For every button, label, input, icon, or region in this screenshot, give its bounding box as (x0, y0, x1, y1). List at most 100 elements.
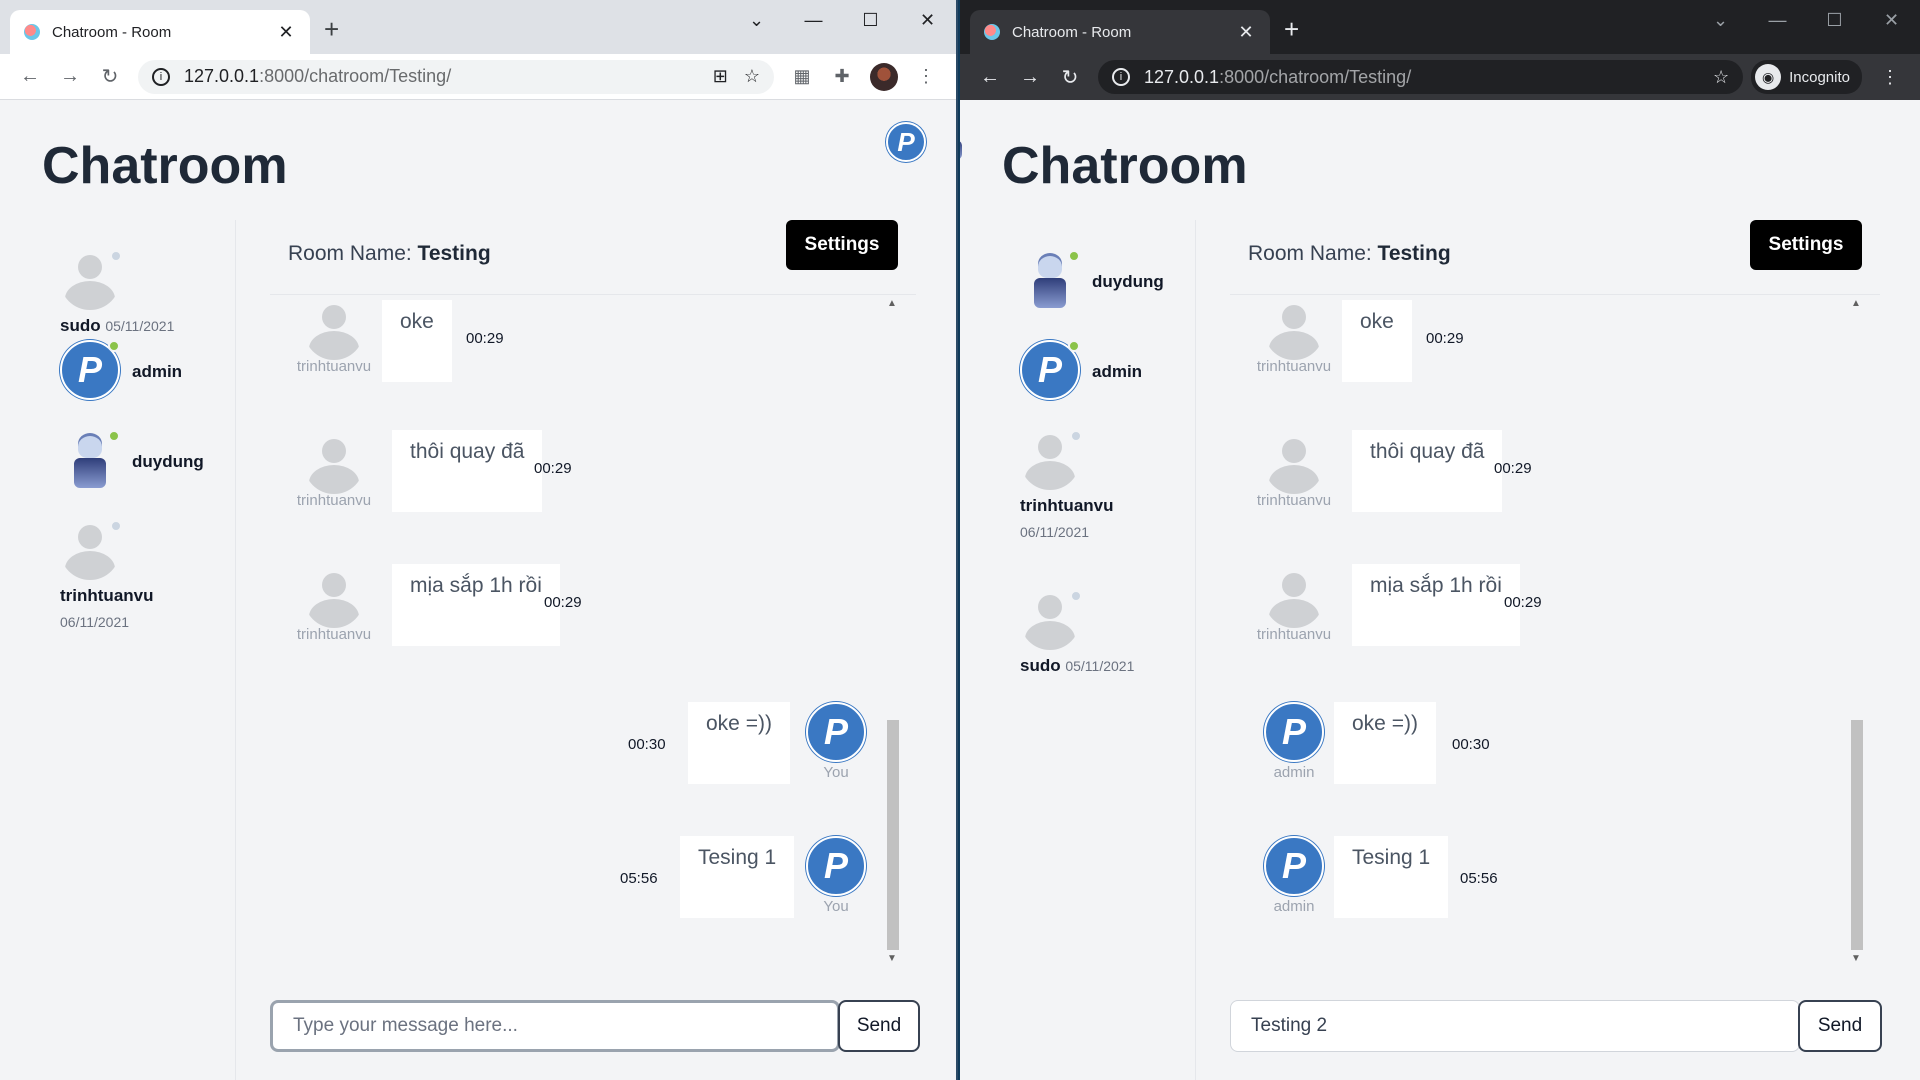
message-input[interactable] (1230, 1000, 1800, 1052)
room-name: Testing (417, 242, 491, 265)
address-bar[interactable]: i 127.0.0.1:8000/chatroom/Testing/ ☆ (1098, 60, 1744, 94)
message-author: trinhtuanvu (296, 358, 372, 375)
scroll-down-icon[interactable]: ▼ (1848, 953, 1864, 964)
window-controls: ⌄ — ☐ ✕ (1692, 0, 1920, 40)
message-author: admin (1273, 898, 1315, 915)
back-icon[interactable]: ← (10, 65, 50, 88)
address-bar[interactable]: i 127.0.0.1:8000/chatroom/Testing/ ⊞ ☆ (138, 59, 774, 94)
profile-avatar[interactable] (870, 62, 898, 91)
scroll-down-icon[interactable]: ▼ (884, 953, 900, 964)
menu-kebab-icon[interactable]: ⋮ (1870, 67, 1910, 88)
bookmark-star-icon[interactable]: ☆ (1713, 67, 1729, 88)
avatar (1264, 300, 1324, 360)
avatar-letter: P (897, 126, 915, 157)
forward-icon[interactable]: → (50, 65, 90, 88)
maximize-icon[interactable]: ☐ (842, 0, 899, 40)
menu-kebab-icon[interactable]: ⋮ (906, 66, 946, 87)
room-label-prefix: Room Name: (288, 242, 412, 265)
incognito-badge[interactable]: ◉ Incognito (1751, 60, 1862, 94)
member-last-seen: 06/11/2021 (60, 614, 130, 630)
reload-icon[interactable]: ↻ (90, 64, 130, 89)
member-name: trinhtuanvu (60, 586, 154, 605)
message-own: 05:56 Tesing 1 P You (270, 836, 880, 926)
status-dot (1070, 590, 1082, 602)
message-time: 00:30 (628, 736, 666, 753)
bookmark-star-icon[interactable]: ☆ (744, 66, 760, 87)
scroll-up-icon[interactable]: ▲ (884, 298, 900, 309)
reload-icon[interactable]: ↻ (1050, 65, 1090, 90)
message-scrollbar[interactable]: ▲ ▼ (884, 296, 900, 966)
translate-icon[interactable]: ⊞ (713, 66, 728, 87)
chatroom-page: Chatroom P sudo 05/11/2021 P admin duydu… (0, 100, 956, 1080)
browser-window-left: Chatroom - Room ✕ + ⌄ — ☐ ✕ ← → ↻ i 127.… (0, 0, 958, 1080)
status-dot (108, 430, 120, 442)
message-time: 00:30 (1452, 736, 1490, 753)
forward-icon[interactable]: → (1010, 66, 1050, 89)
tab-search-icon[interactable]: ⌄ (1692, 0, 1749, 40)
browser-tab[interactable]: Chatroom - Room ✕ (10, 10, 310, 54)
url-host: 127.0.0.1 (1144, 66, 1220, 87)
extensions-icon[interactable]: ✚ (822, 66, 862, 87)
message-list[interactable]: trinhtuanvu oke 00:29 trinhtuanvu thôi q… (1230, 296, 1880, 966)
chat-panel: Room Name: Testing Settings trinhtuanvu … (1230, 220, 1882, 1080)
scroll-thumb[interactable] (887, 720, 899, 950)
chat-favicon-icon (984, 24, 1000, 40)
new-tab-icon[interactable]: + (324, 16, 339, 42)
send-button[interactable]: Send (838, 1000, 920, 1052)
avatar-letter: P (1281, 845, 1306, 886)
scroll-up-icon[interactable]: ▲ (1848, 298, 1864, 309)
message-author: You (823, 764, 849, 781)
minimize-icon[interactable]: — (1749, 0, 1806, 40)
close-window-icon[interactable]: ✕ (1863, 0, 1920, 40)
member-name: admin (1092, 362, 1143, 381)
site-info-icon[interactable]: i (1112, 68, 1130, 86)
message-scrollbar[interactable]: ▲ ▼ (1848, 296, 1864, 966)
message-own: 00:30 oke =)) P You (270, 702, 880, 792)
avatar: P (806, 702, 866, 762)
member-list: sudo 05/11/2021 P admin duydung trinhtua… (36, 220, 236, 1080)
message-bubble: oke =)) (1334, 702, 1436, 784)
message-author: trinhtuanvu (296, 492, 372, 509)
message-composer: Send (1230, 1000, 1882, 1052)
avatar: P (1264, 702, 1324, 762)
avatar: P (806, 836, 866, 896)
message-list[interactable]: trinhtuanvu oke 00:29 trinhtuanvu thôi q… (270, 296, 916, 966)
site-info-icon[interactable]: i (152, 67, 170, 86)
close-window-icon[interactable]: ✕ (899, 0, 956, 40)
member-name: trinhtuanvu (1020, 496, 1114, 515)
tab-search-icon[interactable]: ⌄ (728, 0, 785, 40)
settings-button[interactable]: Settings (786, 220, 898, 270)
close-tab-icon[interactable]: ✕ (1236, 22, 1256, 43)
url-text: 127.0.0.1:8000/chatroom/Testing/ (1144, 67, 1697, 88)
current-user-avatar[interactable] (960, 122, 970, 162)
back-icon[interactable]: ← (970, 66, 1010, 89)
send-button[interactable]: Send (1798, 1000, 1882, 1052)
member-name: duydung (132, 452, 204, 471)
url-text: 127.0.0.1:8000/chatroom/Testing/ (184, 66, 697, 87)
member-name: sudo (1020, 656, 1061, 675)
close-tab-icon[interactable]: ✕ (276, 22, 296, 43)
url-host: 127.0.0.1 (184, 66, 260, 86)
message-author: trinhtuanvu (1256, 358, 1332, 375)
status-dot (108, 340, 120, 352)
minimize-icon[interactable]: — (785, 0, 842, 40)
chatroom-page: Chatroom duydung P admin trinhtuanvu 06/… (960, 100, 1920, 1080)
message-input[interactable] (270, 1000, 840, 1052)
chat-panel: Room Name: Testing Settings trinhtuanvu … (270, 220, 920, 1080)
message-author: admin (1273, 764, 1315, 781)
settings-button[interactable]: Settings (1750, 220, 1862, 270)
current-user-avatar[interactable]: P (886, 122, 926, 162)
message-author: trinhtuanvu (1256, 626, 1332, 643)
avatar (1264, 434, 1324, 494)
message-composer: Send (270, 1000, 920, 1052)
avatar (304, 568, 364, 628)
qr-code-icon[interactable]: ▦ (782, 66, 822, 87)
browser-tab[interactable]: Chatroom - Room ✕ (970, 10, 1270, 54)
scroll-thumb[interactable] (1851, 720, 1863, 950)
maximize-icon[interactable]: ☐ (1806, 0, 1863, 40)
incognito-icon: ◉ (1755, 64, 1782, 90)
new-tab-icon[interactable]: + (1284, 16, 1299, 42)
title-bar: Chatroom - Room ✕ + ⌄ — ☐ ✕ (960, 0, 1920, 54)
incognito-label: Incognito (1789, 68, 1850, 86)
avatar-letter: P (1037, 349, 1062, 390)
